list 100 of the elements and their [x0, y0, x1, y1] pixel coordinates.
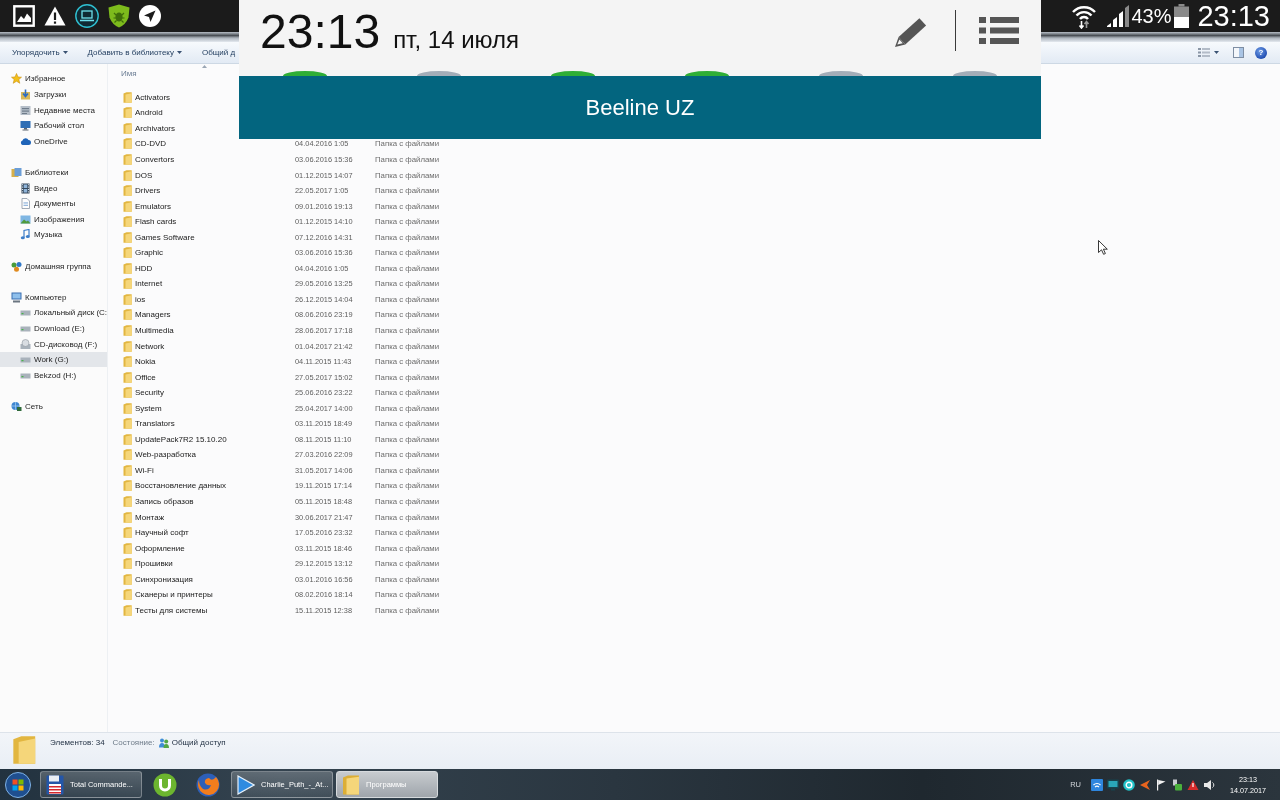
folder-icon [123, 464, 132, 476]
sidebar-item[interactable]: Документы [0, 195, 107, 212]
sidebar-item[interactable]: Избранное [0, 71, 107, 87]
quick-setting-toggle[interactable] [551, 71, 595, 76]
quick-setting-toggle[interactable] [819, 71, 863, 76]
sidebar-item[interactable]: Bekzod (H:) [0, 367, 107, 384]
mouse-pointer-icon [1098, 240, 1108, 255]
folder-icon [123, 107, 132, 119]
picture-icon [20, 213, 31, 225]
folder-icon [123, 91, 132, 103]
picture-icon [13, 5, 35, 27]
folder-name[interactable]: UpdatePack7R2 15.10.20 [135, 434, 227, 444]
folder-name[interactable]: Android [135, 108, 163, 118]
view-options-icon[interactable] [1198, 48, 1210, 57]
folder-name[interactable]: Managers [135, 310, 171, 320]
monitor-icon[interactable] [1107, 778, 1119, 791]
folder-icon [123, 324, 132, 336]
toolbar-button[interactable]: Общий д [197, 45, 240, 60]
folder-icon [123, 169, 132, 181]
sidebar-item[interactable]: Изображения [0, 211, 107, 228]
folder-name[interactable]: Security [135, 388, 164, 398]
folder-name[interactable]: Network [135, 341, 165, 351]
sidebar-item[interactable]: Рабочий стол [0, 117, 107, 134]
column-header[interactable]: Имя [121, 69, 137, 79]
sidebar-item[interactable]: Загрузки [0, 86, 107, 103]
folder-name[interactable]: ios [135, 294, 146, 304]
folder-name[interactable]: Flash cards [135, 217, 177, 227]
bug-shield-icon [108, 4, 130, 28]
folder-icon [123, 247, 132, 259]
sidebar-item[interactable]: Локальный диск (C: [0, 305, 107, 321]
folder-name[interactable]: Drivers [135, 186, 161, 196]
folder-name[interactable]: Тесты для системы [135, 605, 208, 615]
toolbar-button[interactable]: Упорядочить [8, 45, 72, 60]
folder-icon [123, 262, 132, 274]
folder-name[interactable]: System [135, 403, 162, 413]
folder-icon [123, 371, 132, 383]
arrowhead-icon[interactable] [1139, 778, 1151, 791]
folder-name[interactable]: Сканеры и принтеры [135, 590, 213, 600]
folder-name[interactable]: Научный софт [135, 528, 189, 538]
quick-setting-toggle[interactable] [283, 71, 327, 76]
sidebar-item[interactable]: Work (G:) [0, 351, 107, 368]
folder-icon [123, 604, 132, 616]
folder-name[interactable]: Wi-Fi [135, 465, 154, 475]
laptop-circle-icon [75, 4, 99, 28]
start-orb-icon[interactable] [5, 771, 31, 798]
folder-name[interactable]: Internet [135, 279, 163, 289]
computer-icon [11, 291, 22, 303]
sidebar-item[interactable]: Сеть [0, 398, 107, 415]
folder-name[interactable]: Оформление [135, 543, 185, 553]
folder-name[interactable]: Archivators [135, 123, 175, 133]
sidebar-item[interactable]: OneDrive [0, 133, 107, 150]
folder-name[interactable]: Emulators [135, 201, 171, 211]
sidebar-item[interactable]: Download (E:) [0, 320, 107, 337]
caret-icon[interactable] [1214, 51, 1219, 54]
folder-icon [123, 402, 132, 414]
folder-name[interactable]: Activators [135, 92, 171, 102]
folder-name[interactable]: Синхронизация [135, 574, 193, 584]
preview-pane-icon[interactable] [1233, 47, 1244, 58]
folder-name[interactable]: Монтаж [135, 512, 164, 522]
alert-icon[interactable] [1187, 778, 1199, 791]
folder-name[interactable]: Graphic [135, 248, 163, 258]
folder-name[interactable]: Web-разработка [135, 450, 196, 460]
speaker-icon[interactable] [1203, 778, 1215, 791]
flag-icon[interactable] [1155, 778, 1167, 791]
stacked-squares-icon[interactable] [1171, 778, 1183, 791]
toolbar-button[interactable]: Добавить в библиотеку [83, 45, 186, 60]
folder-name[interactable]: Запись образов [135, 497, 194, 506]
folder-name[interactable]: DOS [135, 170, 153, 180]
folder-name[interactable]: Nokia [135, 357, 156, 367]
folder-icon [123, 558, 132, 570]
quick-setting-toggle[interactable] [417, 71, 461, 76]
ring-icon[interactable] [1123, 778, 1135, 791]
folder-name[interactable]: Translators [135, 419, 175, 429]
folder-name[interactable]: CD-DVD [135, 139, 167, 149]
sidebar-item[interactable]: Компьютер [0, 289, 107, 306]
folder-icon [123, 573, 132, 585]
sidebar-item[interactable]: Недавние места [0, 102, 107, 118]
folder-icon [123, 418, 132, 430]
folder-name[interactable]: Прошивки [135, 559, 173, 569]
sidebar-item[interactable]: Домашняя группа [0, 258, 107, 274]
film-icon [20, 182, 31, 194]
help-button[interactable]: ? [1255, 46, 1267, 59]
folder-name[interactable]: Восстановление данных [135, 481, 227, 491]
folder-icon [123, 433, 132, 445]
warning-icon [44, 6, 66, 26]
folder-name[interactable]: HDD [135, 263, 153, 273]
list-icon[interactable] [979, 17, 1019, 44]
wifi-tile-icon[interactable] [1091, 778, 1103, 791]
sidebar-item[interactable]: CD-дисковод (F:) [0, 336, 107, 352]
sidebar-item[interactable]: Библиотеки [0, 164, 107, 181]
folder-icon [123, 480, 132, 492]
folder-name[interactable]: Multimedia [135, 325, 174, 335]
folder-name[interactable]: Games Software [135, 232, 195, 242]
quick-setting-toggle[interactable] [953, 71, 997, 76]
document-icon [20, 198, 31, 210]
sidebar-item[interactable]: Видео [0, 180, 107, 196]
quick-setting-toggle[interactable] [685, 71, 729, 76]
folder-name[interactable]: Office [135, 372, 156, 382]
sidebar-item[interactable]: Музыка [0, 227, 107, 243]
folder-name[interactable]: Convertors [135, 154, 175, 164]
